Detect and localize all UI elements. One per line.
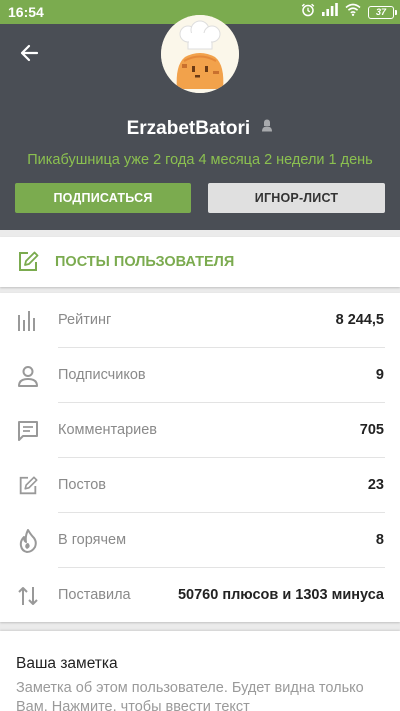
user-posts-label: ПОСТЫ ПОЛЬЗОВАТЕЛЯ: [55, 254, 235, 270]
note-title: Ваша заметка: [16, 655, 118, 672]
flame-icon: [15, 528, 41, 554]
stat-value: 23: [367, 477, 384, 493]
bar-chart-icon: [15, 308, 41, 334]
signal-icon: [322, 3, 338, 21]
stats-list: Рейтинг 8 244,5 Подписчиков 9 Комментари…: [0, 293, 400, 622]
stat-label: Рейтинг: [58, 312, 112, 328]
stat-label: Комментариев: [58, 422, 157, 438]
swap-vertical-icon: [15, 583, 41, 609]
username-row: ErzabetBatori: [0, 118, 400, 140]
stat-label: Подписчиков: [58, 367, 146, 383]
stat-row-posts: Постов 23: [0, 458, 400, 513]
stat-row-votes: Поставила 50760 плюсов и 1303 минуса: [0, 568, 400, 623]
membership-duration: Пикабушница уже 2 года 4 месяца 2 недели…: [27, 152, 373, 168]
note-input[interactable]: Заметка об этом пользователе. Будет видн…: [16, 679, 386, 711]
stat-row-subscribers: Подписчиков 9: [0, 348, 400, 403]
person-icon: [15, 363, 41, 389]
status-icons: 37: [301, 3, 397, 22]
stat-value: 8 244,5: [335, 312, 384, 328]
ignore-list-button[interactable]: ИГНОР-ЛИСТ: [208, 183, 385, 213]
female-user-icon: [261, 116, 273, 138]
stat-value: 8: [375, 532, 384, 548]
stat-label: Поставила: [58, 587, 131, 603]
arrow-left-icon: [14, 44, 44, 72]
user-posts-link[interactable]: ПОСТЫ ПОЛЬЗОВАТЕЛЯ: [0, 237, 400, 287]
stat-value: 9: [375, 367, 384, 383]
user-note[interactable]: Ваша заметка Заметка об этом пользовател…: [0, 631, 400, 711]
stat-row-rating: Рейтинг 8 244,5: [0, 293, 400, 348]
edit-icon: [15, 473, 41, 499]
stat-value: 705: [359, 422, 384, 438]
profile-header: ErzabetBatori Пикабушница уже 2 года 4 м…: [0, 15, 400, 230]
edit-icon: [16, 250, 40, 279]
stat-row-hot: В горячем 8: [0, 513, 400, 568]
avatar[interactable]: [161, 15, 239, 93]
back-button[interactable]: [14, 38, 44, 68]
stat-row-comments: Комментариев 705: [0, 403, 400, 458]
subscribe-button[interactable]: ПОДПИСАТЬСЯ: [15, 183, 191, 213]
stat-label: Постов: [58, 477, 106, 493]
stat-value: 50760 плюсов и 1303 минуса: [177, 587, 384, 603]
alarm-icon: [301, 3, 315, 22]
battery-icon: 37: [368, 5, 397, 19]
stat-label: В горячем: [58, 532, 127, 548]
username: ErzabetBatori: [126, 118, 251, 140]
status-time: 16:54: [8, 4, 44, 20]
wifi-icon: [345, 3, 361, 21]
comment-icon: [15, 418, 41, 444]
